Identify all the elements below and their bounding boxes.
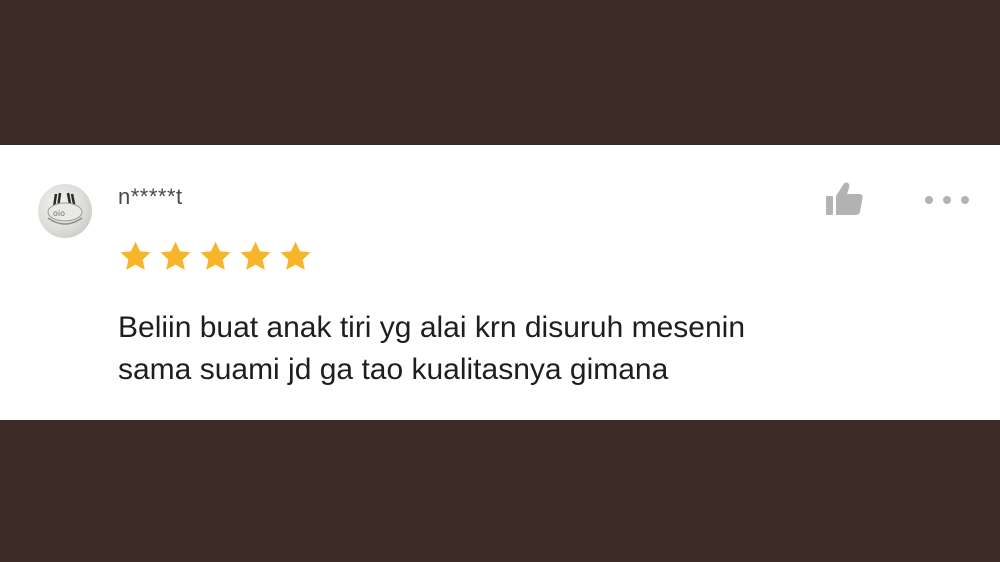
review-text-line: sama suami jd ga tao kualitasnya gimana (118, 353, 669, 386)
reviewer-username: n*****t (118, 184, 183, 209)
star-rating (118, 239, 313, 274)
avatar[interactable]: oio (38, 184, 92, 238)
star-icon (160, 241, 191, 270)
star-icon (200, 241, 231, 270)
star-icon (280, 241, 311, 270)
star-icon (240, 241, 271, 270)
review-text: Beliin buat anak tiri yg alai krn disuru… (118, 307, 958, 391)
avatar-image: oio (47, 192, 83, 225)
svg-text:oio: oio (53, 209, 65, 218)
more-options-button[interactable] (922, 192, 972, 208)
review-card: oio n*****t Beliin buat anak tiri yg ala… (0, 145, 1000, 420)
star-icon (120, 241, 151, 270)
like-button[interactable] (824, 180, 866, 218)
review-text-line: Beliin buat anak tiri yg alai krn disuru… (118, 311, 745, 344)
thumbs-up-icon (826, 182, 863, 215)
more-horizontal-icon (925, 196, 969, 204)
